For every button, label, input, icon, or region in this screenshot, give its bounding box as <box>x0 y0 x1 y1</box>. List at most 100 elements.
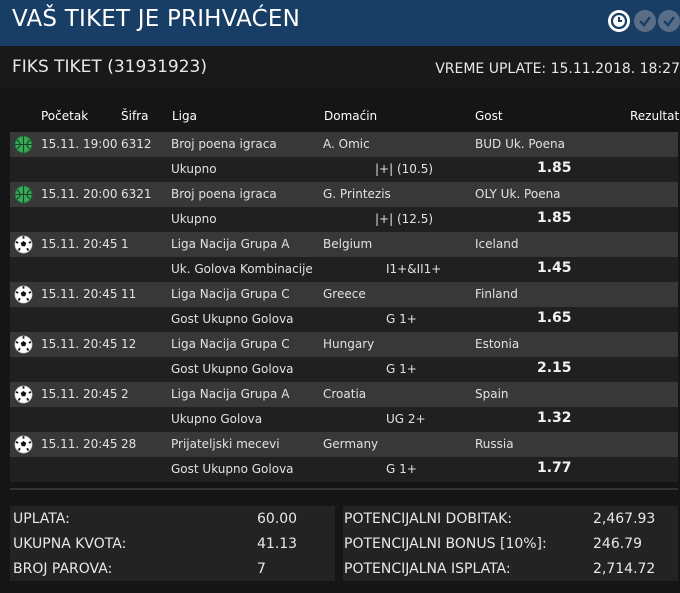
match-league: Broj poena igraca <box>171 187 277 201</box>
title-bar: VAŠ TIKET JE PRIHVAĆEN <box>0 0 680 46</box>
bet-type: Ukupno <box>171 212 217 226</box>
bet-row: Gost Ukupno Golova G 1+ 1.77 <box>10 457 678 482</box>
bet-pick: G 1+ <box>386 462 417 476</box>
bet-odd: 1.45 <box>537 260 572 276</box>
match-start: 15.11. 20:45 <box>41 437 118 451</box>
summary-value: 2,467.93 <box>593 511 656 527</box>
match-start: 15.11. 20:45 <box>41 287 118 301</box>
match-code: 28 <box>121 437 137 451</box>
match-code: 6321 <box>121 187 152 201</box>
summary-label: UKUPNA KVOTA: <box>13 536 127 552</box>
summary-label: POTENCIJALNI BONUS [10%]: <box>344 536 547 552</box>
bet-type: Gost Ukupno Golova <box>171 462 294 476</box>
bet-odd: 1.32 <box>537 410 572 426</box>
match-code: 1 <box>121 237 129 251</box>
match-home: Greece <box>323 287 366 301</box>
column-header-start: Početak <box>41 109 89 123</box>
bet-type: Ukupno <box>171 162 217 176</box>
bet-odd: 1.85 <box>537 160 572 176</box>
summary-row: UKUPNA KVOTA: 41.13 POTENCIJALNI BONUS [10… <box>10 531 678 556</box>
match-row: 15.11. 20:45 1 Liga Nacija Grupa A Belgium I… <box>10 232 678 257</box>
match-row: 15.11. 20:00 6321 Broj poena igraca G. Prin… <box>10 182 678 207</box>
match-league: Liga Nacija Grupa C <box>171 337 290 351</box>
bet-pick: G 1+ <box>386 312 417 326</box>
bet-row: Ukupno |+| (12.5) 1.85 <box>10 207 678 232</box>
bet-row: Ukupno Golova UG 2+ 1.32 <box>10 407 678 432</box>
bet-odd: 1.65 <box>537 310 572 326</box>
basketball-icon <box>14 185 33 204</box>
match-league: Liga Nacija Grupa A <box>171 387 290 401</box>
match-home: Hungary <box>323 337 375 351</box>
bet-type: Uk. Golova Kombinacije <box>171 262 313 276</box>
summary-value: 246.79 <box>593 536 642 552</box>
bet-type: Gost Ukupno Golova <box>171 312 294 326</box>
match-row: 15.11. 20:45 2 Liga Nacija Grupa A Croatia S… <box>10 382 678 407</box>
clock-icon[interactable] <box>608 10 630 32</box>
summary-label: UPLATA: <box>13 511 70 527</box>
match-row: 15.11. 20:45 12 Liga Nacija Grupa C Hungary… <box>10 332 678 357</box>
match-away: Iceland <box>475 237 519 251</box>
column-header-result: Rezultat <box>630 109 680 123</box>
match-home: G. Printezis <box>323 187 391 201</box>
match-league: Liga Nacija Grupa C <box>171 287 290 301</box>
match-start: 15.11. 19:00 <box>41 137 118 151</box>
check-icon[interactable] <box>634 10 656 32</box>
match-code: 2 <box>121 387 129 401</box>
match-league: Prijateljski mecevi <box>171 437 280 451</box>
ticket-header: FIKS TIKET (31931923) VREME UPLATE: 15.1… <box>0 46 680 88</box>
match-start: 15.11. 20:45 <box>41 387 118 401</box>
soccer-ball-icon <box>14 385 33 404</box>
check-icon[interactable] <box>658 10 680 32</box>
column-header-league: Liga <box>172 109 197 123</box>
summary-label: POTENCIJALNA ISPLATA: <box>344 561 511 577</box>
column-header-away: Gost <box>475 109 503 123</box>
match-code: 12 <box>121 337 137 351</box>
match-row: 15.11. 20:45 11 Liga Nacija Grupa C Greece F… <box>10 282 678 307</box>
page-title: VAŠ TIKET JE PRIHVAĆEN <box>12 6 301 32</box>
summary-value: 2,714.72 <box>593 561 656 577</box>
bet-type: Gost Ukupno Golova <box>171 362 294 376</box>
match-away: Estonia <box>475 337 520 351</box>
match-home: Belgium <box>323 237 373 251</box>
summary-label: BROJ PAROVA: <box>13 561 113 577</box>
bet-row: Uk. Golova Kombinacije I1+&II1+ 1.45 <box>10 257 678 282</box>
bet-type: Ukupno Golova <box>171 412 263 426</box>
summary-row: UPLATA: 60.00 POTENCIJALNI DOBITAK: 2,467.9… <box>10 506 678 531</box>
column-header-home: Domaćin <box>324 109 378 123</box>
match-code: 6312 <box>121 137 152 151</box>
summary-value: 41.13 <box>257 536 298 552</box>
soccer-ball-icon <box>14 435 33 454</box>
summary-label: POTENCIJALNI DOBITAK: <box>344 511 513 527</box>
summary-value: 60.00 <box>257 511 298 527</box>
bet-row: Gost Ukupno Golova G 1+ 2.15 <box>10 357 678 382</box>
soccer-ball-icon <box>14 335 33 354</box>
payment-time: VREME UPLATE: 15.11.2018. 18:27 <box>435 61 680 77</box>
match-away: BUD Uk. Poena <box>475 137 565 151</box>
bet-pick: UG 2+ <box>386 412 426 426</box>
soccer-ball-icon <box>14 235 33 254</box>
summary-value: 7 <box>257 561 266 577</box>
summary-row: BROJ PAROVA: 7 POTENCIJALNA ISPLATA: 2,714.… <box>10 556 678 581</box>
match-league: Liga Nacija Grupa A <box>171 237 290 251</box>
bet-row: Ukupno |+| (10.5) 1.85 <box>10 157 678 182</box>
match-home: A. Omic <box>323 137 370 151</box>
match-away: Spain <box>475 387 509 401</box>
bet-pick: I1+&II1+ <box>386 262 442 276</box>
match-start: 15.11. 20:45 <box>41 337 118 351</box>
match-away: OLY Uk. Poena <box>475 187 561 201</box>
bet-odd: 1.85 <box>537 210 572 226</box>
match-away: Russia <box>475 437 514 451</box>
divider <box>10 488 678 490</box>
match-home: Croatia <box>323 387 367 401</box>
summary: UPLATA: 60.00 POTENCIJALNI DOBITAK: 2,467.9… <box>10 506 678 581</box>
bet-odd: 2.15 <box>537 360 572 376</box>
soccer-ball-icon <box>14 285 33 304</box>
match-table: 15.11. 19:00 6312 Broj poena igraca A. Omic… <box>10 129 678 482</box>
bet-row: Gost Ukupno Golova G 1+ 1.65 <box>10 307 678 332</box>
ticket-label: FIKS TIKET (31931923) <box>12 57 208 77</box>
match-home: Germany <box>323 437 379 451</box>
bet-pick: G 1+ <box>386 362 417 376</box>
match-row: 15.11. 19:00 6312 Broj poena igraca A. Omic… <box>10 132 678 157</box>
match-start: 15.11. 20:00 <box>41 187 118 201</box>
match-row: 15.11. 20:45 28 Prijateljski mecevi Germany… <box>10 432 678 457</box>
